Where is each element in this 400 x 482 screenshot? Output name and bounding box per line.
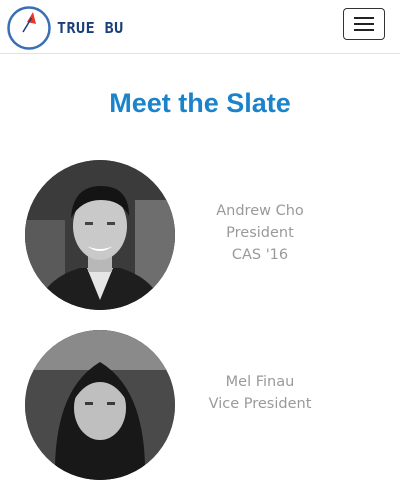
hamburger-menu-icon: [354, 17, 374, 19]
member-portrait: [25, 330, 175, 480]
member-school: CAS '16: [231, 247, 289, 263]
slate-member-card: Mel Finau Vice President: [0, 330, 400, 482]
member-info: Mel Finau Vice President: [195, 371, 325, 415]
member-photo: [25, 160, 175, 310]
hamburger-menu-button[interactable]: [343, 8, 385, 40]
member-name: Andrew Cho: [216, 203, 304, 219]
brand-name: TRUE BU: [57, 19, 124, 37]
member-info: Andrew Cho President CAS '16: [195, 200, 325, 266]
member-role: President: [226, 225, 294, 241]
member-photo: [25, 330, 175, 480]
brand-link[interactable]: TRUE BU: [6, 5, 124, 51]
navbar: TRUE BU: [0, 0, 400, 54]
member-portrait: [25, 160, 175, 310]
hamburger-menu-icon-bar: [354, 23, 374, 25]
member-name: Mel Finau: [225, 374, 295, 390]
page-title: Meet the Slate: [109, 88, 291, 118]
slate-member-card: Andrew Cho President CAS '16: [0, 160, 400, 312]
member-role: Vice President: [208, 396, 312, 412]
compass-icon: [7, 6, 51, 50]
hamburger-menu-icon-bar: [354, 29, 374, 31]
